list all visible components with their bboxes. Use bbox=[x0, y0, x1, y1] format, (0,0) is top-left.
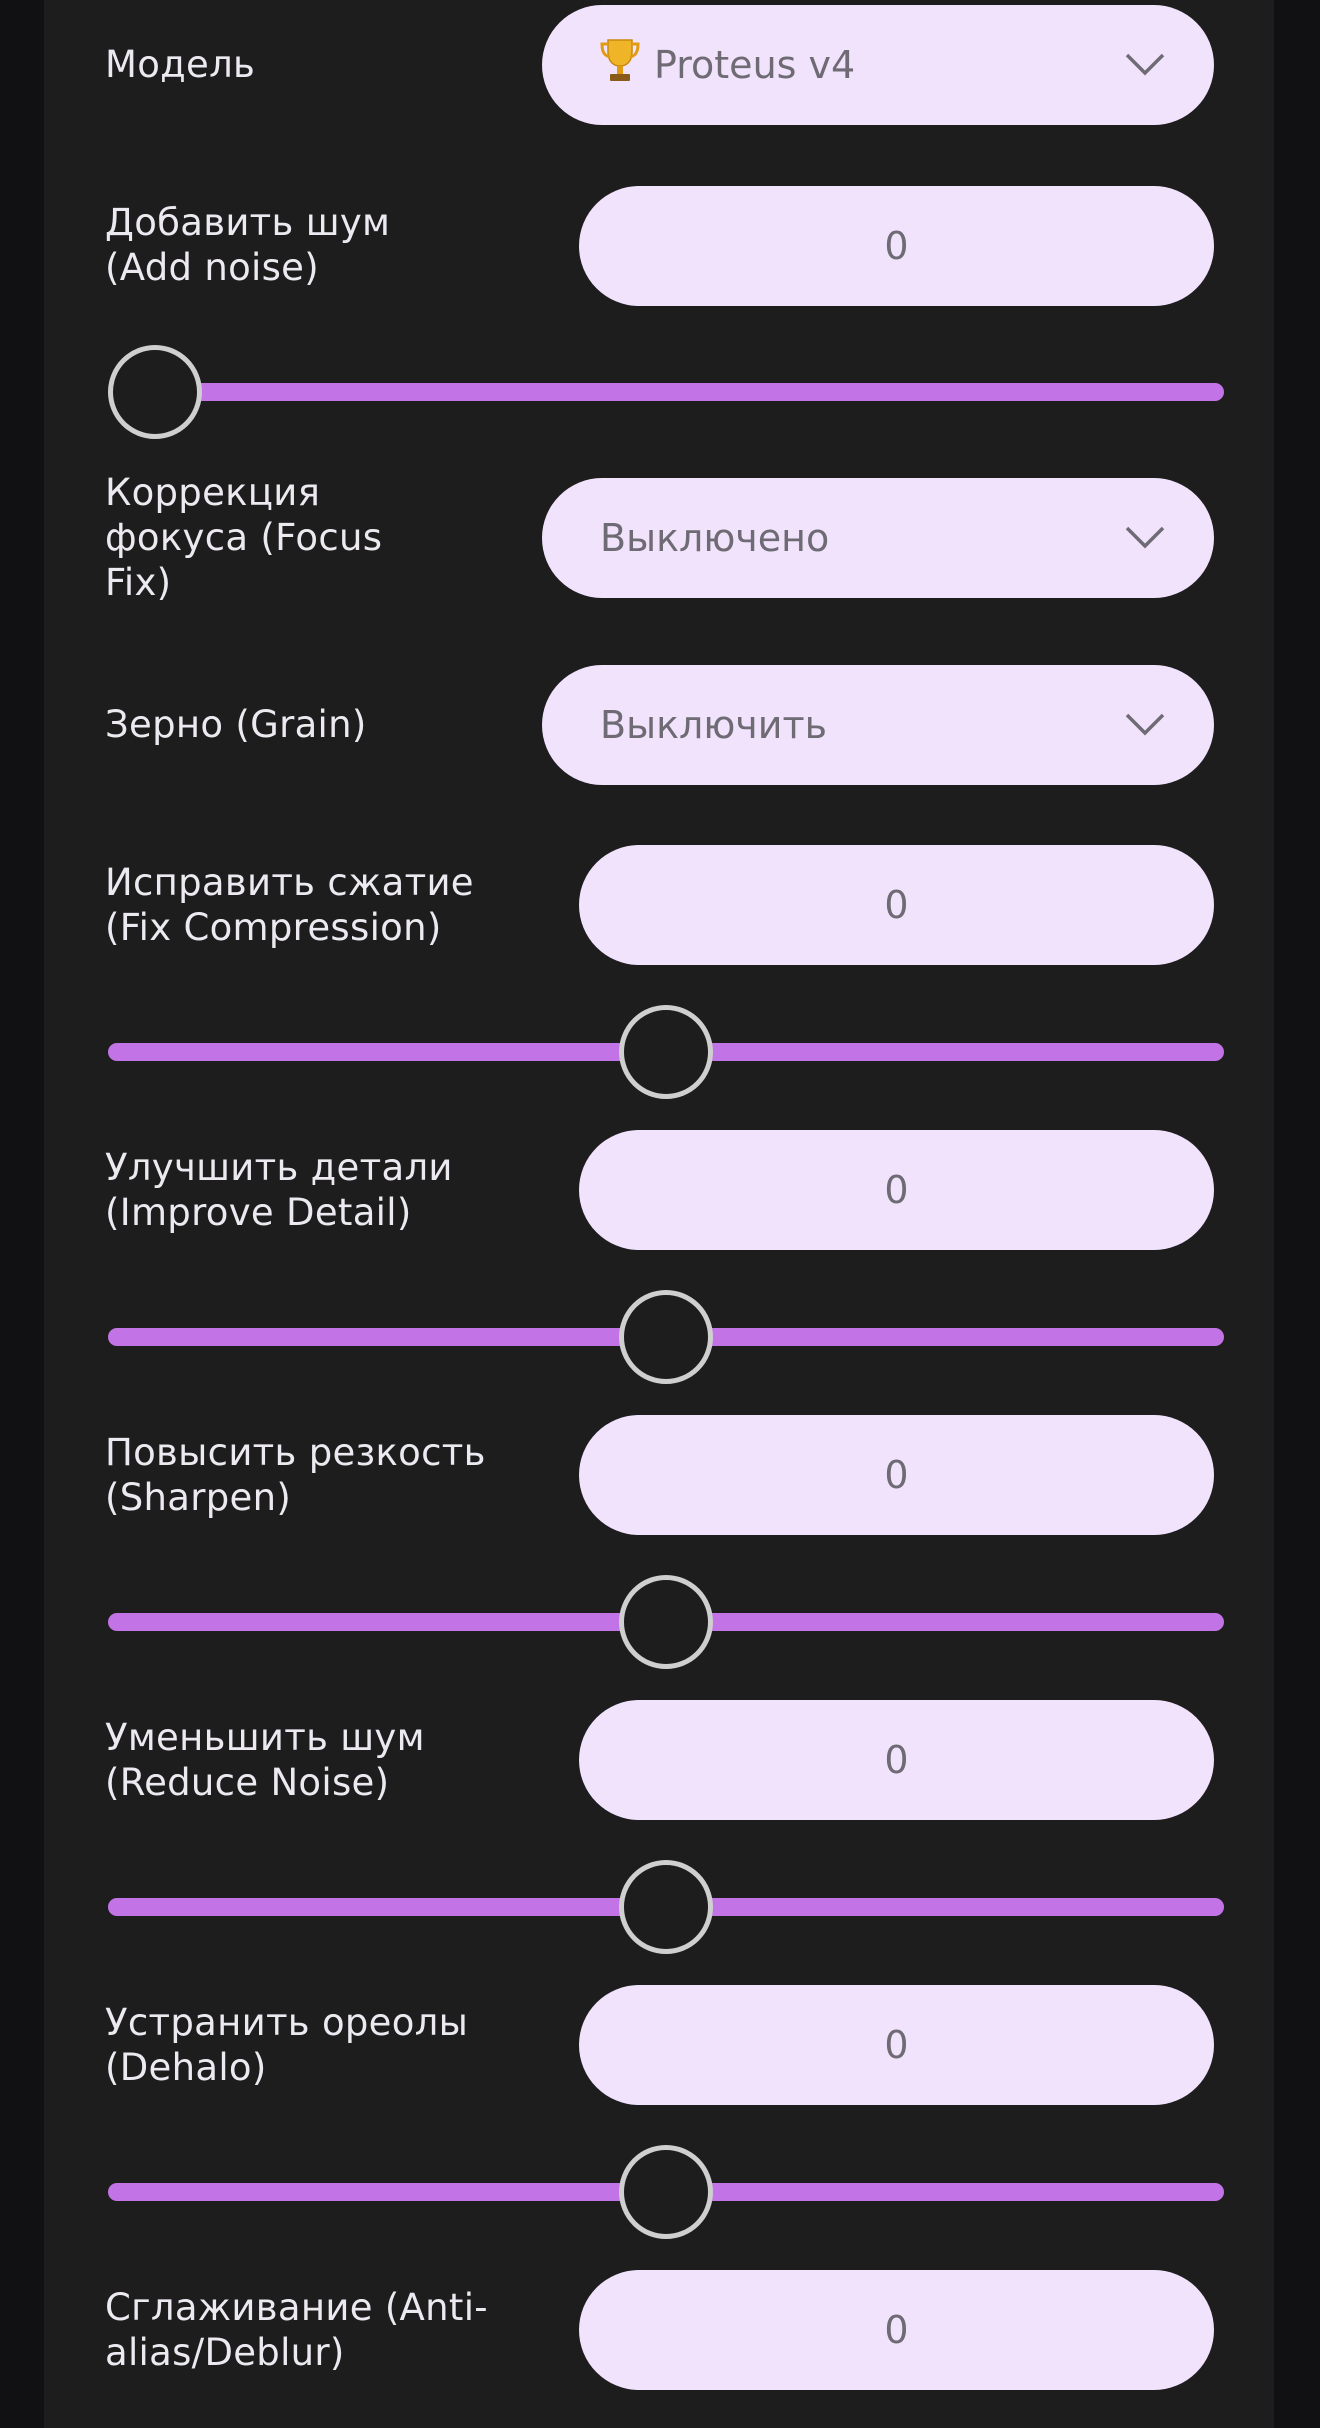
improve-detail-slider[interactable] bbox=[108, 1287, 1224, 1387]
slider-thumb[interactable] bbox=[619, 1005, 713, 1099]
slider-thumb[interactable] bbox=[619, 2145, 713, 2239]
sharpen-slider[interactable] bbox=[108, 1572, 1224, 1672]
sharpen-label: Повысить резкость (Sharpen) bbox=[105, 1431, 486, 1519]
reduce-noise-slider[interactable] bbox=[108, 1857, 1224, 1957]
slider-track bbox=[108, 383, 1224, 401]
focus-fix-label: Коррекция фокуса (Focus Fix) bbox=[105, 471, 383, 604]
add-noise-label: Добавить шум (Add noise) bbox=[105, 201, 391, 289]
anti-alias-input[interactable]: 0 bbox=[579, 2270, 1214, 2390]
dehalo-input[interactable]: 0 bbox=[579, 1985, 1214, 2105]
fix-compression-label: Исправить сжатие (Fix Compression) bbox=[105, 861, 474, 949]
model-select-value: Proteus v4 bbox=[654, 43, 856, 87]
anti-alias-label: Сглаживание (Anti- alias/Deblur) bbox=[105, 2286, 488, 2374]
chevron-down-icon bbox=[1125, 53, 1165, 76]
slider-thumb[interactable] bbox=[619, 1860, 713, 1954]
fix-compression-input[interactable]: 0 bbox=[579, 845, 1214, 965]
dehalo-label: Устранить ореолы (Dehalo) bbox=[105, 2001, 469, 2089]
focus-fix-select[interactable]: Выключено bbox=[542, 478, 1214, 598]
add-noise-slider[interactable] bbox=[108, 342, 1224, 442]
improve-detail-label: Улучшить детали (Improve Detail) bbox=[105, 1146, 453, 1234]
slider-thumb[interactable] bbox=[619, 1290, 713, 1384]
improve-detail-input[interactable]: 0 bbox=[579, 1130, 1214, 1250]
trophy-icon bbox=[600, 39, 640, 81]
fix-compression-slider[interactable] bbox=[108, 1002, 1224, 1102]
slider-thumb[interactable] bbox=[108, 345, 202, 439]
sharpen-input[interactable]: 0 bbox=[579, 1415, 1214, 1535]
chevron-down-icon bbox=[1125, 713, 1165, 736]
reduce-noise-label: Уменьшить шум (Reduce Noise) bbox=[105, 1716, 425, 1804]
dehalo-slider[interactable] bbox=[108, 2142, 1224, 2242]
slider-thumb[interactable] bbox=[619, 1575, 713, 1669]
model-select[interactable]: Proteus v4 bbox=[542, 5, 1214, 125]
add-noise-input[interactable]: 0 bbox=[579, 186, 1214, 306]
chevron-down-icon bbox=[1125, 526, 1165, 549]
model-label: Модель bbox=[105, 43, 256, 86]
grain-label: Зерно (Grain) bbox=[105, 703, 367, 746]
reduce-noise-input[interactable]: 0 bbox=[579, 1700, 1214, 1820]
grain-select[interactable]: Выключить bbox=[542, 665, 1214, 785]
